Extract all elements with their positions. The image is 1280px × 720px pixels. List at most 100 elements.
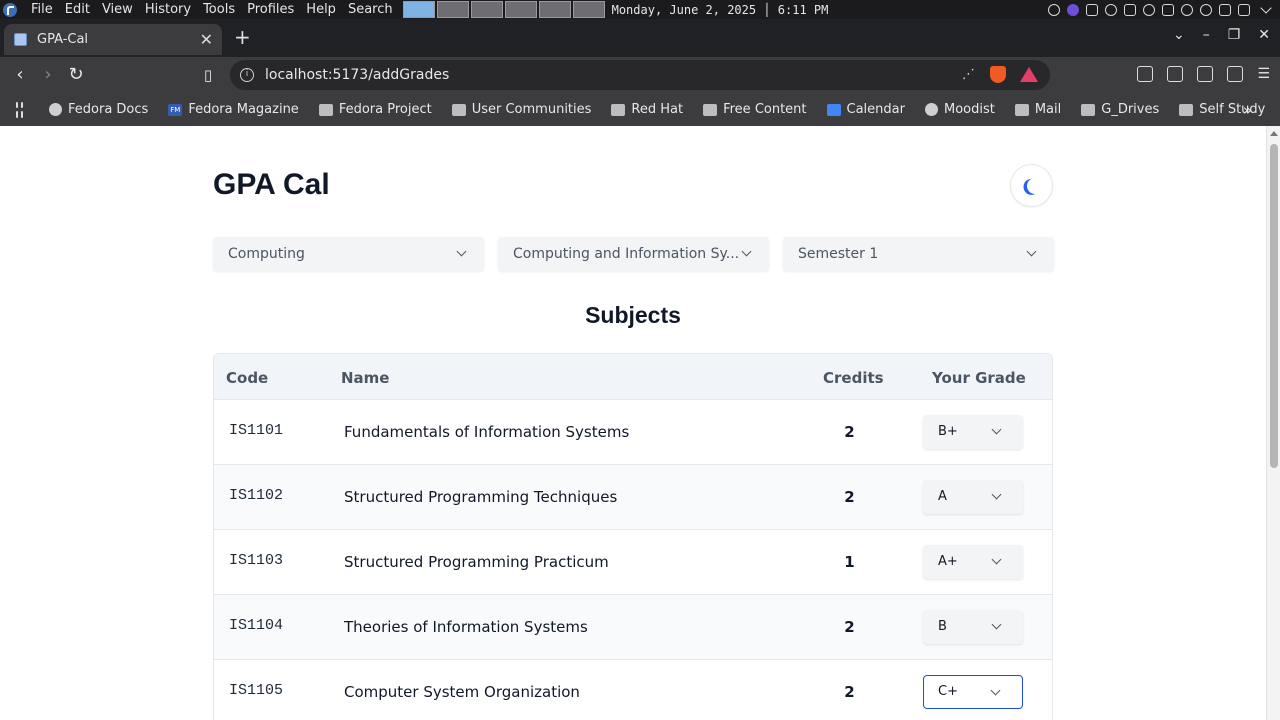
workspace-2[interactable] bbox=[436, 1, 469, 18]
share-icon[interactable]: ⋰ bbox=[962, 67, 976, 82]
chevron-down-icon[interactable] bbox=[1260, 2, 1272, 14]
bookmark-self-study[interactable]: Self Study bbox=[1179, 102, 1265, 117]
page-scrollbar[interactable] bbox=[1266, 126, 1280, 720]
subject-code: IS1102 bbox=[229, 487, 284, 504]
menu-edit[interactable]: Edit bbox=[59, 0, 96, 19]
grade-select[interactable]: A bbox=[923, 480, 1023, 514]
column-header-code: Code bbox=[226, 369, 269, 387]
new-tab-button[interactable]: + bbox=[234, 27, 251, 47]
site-info-icon[interactable]: i bbox=[240, 68, 254, 82]
bookmark-free-content[interactable]: Free Content bbox=[703, 102, 807, 117]
bookmark-mail[interactable]: Mail bbox=[1014, 102, 1062, 117]
workspace-3[interactable] bbox=[470, 1, 503, 18]
grade-select[interactable]: C+ bbox=[923, 675, 1023, 709]
bookmark-fedora-project[interactable]: Fedora Project bbox=[318, 102, 432, 117]
fedora-logo-icon[interactable] bbox=[3, 2, 17, 17]
clipboard-icon[interactable] bbox=[1124, 3, 1136, 16]
battery-icon[interactable] bbox=[1238, 3, 1250, 16]
grade-select[interactable]: A+ bbox=[923, 545, 1023, 579]
tab-gpa-cal[interactable]: GPA-Cal ✕ bbox=[4, 24, 222, 55]
brave-rewards-icon[interactable] bbox=[1020, 67, 1038, 82]
bookmark-g-drives[interactable]: G_Drives bbox=[1081, 102, 1159, 117]
tab-list-chevron-icon[interactable]: ⌄ bbox=[1173, 27, 1185, 43]
bookmark-moodist[interactable]: Moodist bbox=[924, 102, 995, 117]
workspace-switcher bbox=[402, 1, 605, 18]
bookmark-calendar[interactable]: Calendar bbox=[826, 102, 905, 117]
volume-icon[interactable] bbox=[1143, 3, 1155, 16]
address-bar[interactable]: i localhost:5173/addGrades ⋰ bbox=[230, 60, 1050, 90]
menu-search[interactable]: Search bbox=[342, 0, 399, 19]
grade-select[interactable]: B bbox=[923, 610, 1023, 644]
bookmark-fedora-magazine[interactable]: FM Fedora Magazine bbox=[168, 102, 299, 117]
weather-icon[interactable] bbox=[1048, 3, 1060, 16]
folder-icon bbox=[703, 103, 718, 116]
page-content: GPA Cal Computing Computing and Informat… bbox=[0, 126, 1266, 720]
brave-shields-icon[interactable] bbox=[990, 66, 1006, 83]
workspace-6[interactable] bbox=[572, 1, 605, 18]
subject-name: Computer System Organization bbox=[344, 683, 580, 701]
bookmark-red-hat[interactable]: Red Hat bbox=[611, 102, 683, 117]
grade-select[interactable]: B+ bbox=[923, 415, 1023, 449]
table-row: IS1104 Theories of Information Systems 2… bbox=[214, 595, 1052, 660]
workspace-4[interactable] bbox=[504, 1, 537, 18]
menu-view[interactable]: View bbox=[96, 0, 139, 19]
semester-select[interactable]: Semester 1 bbox=[783, 237, 1054, 271]
apps-grid-icon[interactable] bbox=[16, 101, 23, 118]
bookmark-fedora-docs[interactable]: Fedora Docs bbox=[49, 102, 148, 117]
wifi-icon[interactable] bbox=[1200, 3, 1212, 16]
faculty-select-value: Computing bbox=[228, 246, 305, 262]
folder-icon bbox=[1014, 103, 1029, 116]
back-icon[interactable]: ‹ bbox=[8, 63, 32, 87]
scroll-up-arrow-icon[interactable] bbox=[1270, 131, 1278, 136]
table-header: Code Name Credits Your Grade bbox=[214, 354, 1052, 400]
faculty-select[interactable]: Computing bbox=[213, 237, 484, 271]
table-row: IS1103 Structured Programming Practicum … bbox=[214, 530, 1052, 595]
menu-help[interactable]: Help bbox=[300, 0, 342, 19]
telegram-icon[interactable] bbox=[1086, 3, 1098, 16]
subject-name: Fundamentals of Information Systems bbox=[344, 423, 630, 441]
app-menu-bar: File Edit View History Tools Profiles He… bbox=[25, 0, 399, 19]
workspace-5[interactable] bbox=[538, 1, 571, 18]
folder-icon bbox=[1081, 103, 1096, 116]
subject-code: IS1101 bbox=[229, 422, 284, 439]
app-indicator-icon[interactable] bbox=[1067, 3, 1079, 16]
sidebar-icon[interactable] bbox=[1167, 66, 1184, 82]
menu-file[interactable]: File bbox=[25, 0, 59, 19]
more-bookmarks-icon[interactable]: » bbox=[1243, 101, 1252, 119]
menu-hamburger-icon[interactable]: ☰ bbox=[1257, 66, 1270, 82]
leo-ai-icon[interactable] bbox=[1227, 66, 1244, 82]
close-tab-icon[interactable]: ✕ bbox=[200, 30, 213, 49]
update-icon[interactable] bbox=[1219, 3, 1231, 16]
vpn-icon[interactable] bbox=[1181, 3, 1193, 16]
bookmark-user-communities[interactable]: User Communities bbox=[451, 102, 591, 117]
menu-tools[interactable]: Tools bbox=[197, 0, 241, 19]
subject-credits: 2 bbox=[844, 488, 855, 506]
reload-icon[interactable]: ↻ bbox=[64, 63, 88, 87]
bookmark-label: Fedora Project bbox=[338, 102, 432, 117]
theme-toggle-button[interactable] bbox=[1010, 164, 1053, 207]
system-clock[interactable]: Monday, June 2, 2025 │ 6:11 PM bbox=[612, 3, 829, 17]
forward-icon[interactable]: › bbox=[36, 63, 60, 87]
minimize-icon[interactable]: – bbox=[1203, 27, 1210, 43]
subjects-heading: Subjects bbox=[585, 302, 681, 328]
system-tray bbox=[1048, 0, 1250, 19]
menu-history[interactable]: History bbox=[139, 0, 197, 19]
degree-select[interactable]: Computing and Information Sy... bbox=[498, 237, 769, 271]
bookmark-icon[interactable]: ▯ bbox=[196, 63, 220, 87]
url-text[interactable]: localhost:5173/addGrades bbox=[265, 67, 449, 83]
grade-select-value: B+ bbox=[938, 424, 958, 439]
wallet-icon[interactable] bbox=[1197, 66, 1214, 82]
system-top-panel: File Edit View History Tools Profiles He… bbox=[0, 0, 1280, 19]
extensions-icon[interactable] bbox=[1137, 66, 1154, 82]
camera-icon[interactable] bbox=[1105, 3, 1117, 16]
scrollbar-thumb[interactable] bbox=[1270, 144, 1278, 468]
subject-code: IS1105 bbox=[229, 682, 284, 699]
bookmark-label: Moodist bbox=[943, 102, 995, 117]
workspace-1[interactable] bbox=[402, 1, 435, 18]
menu-profiles[interactable]: Profiles bbox=[241, 0, 300, 19]
bluetooth-icon[interactable] bbox=[1162, 3, 1174, 16]
bookmark-label: Mail bbox=[1034, 102, 1062, 117]
maximize-icon[interactable]: ❐ bbox=[1228, 27, 1241, 43]
folder-icon bbox=[451, 103, 466, 116]
close-window-icon[interactable]: ✕ bbox=[1258, 27, 1270, 43]
